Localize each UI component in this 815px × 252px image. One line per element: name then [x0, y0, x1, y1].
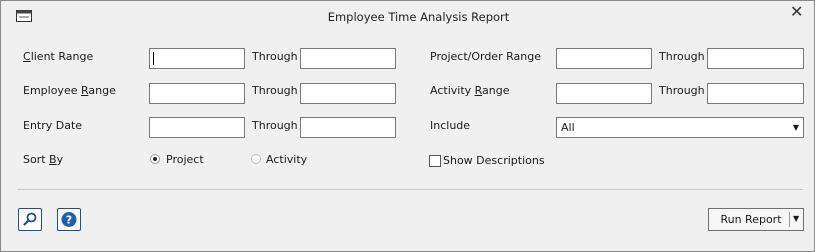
- window-title: Employee Time Analysis Report: [327, 10, 510, 24]
- employee-range-label: Employee Range: [23, 84, 116, 97]
- chevron-down-icon: ▼: [792, 123, 799, 132]
- activity-range-from-input[interactable]: [556, 83, 652, 104]
- include-select[interactable]: All ▼: [556, 117, 804, 138]
- entry-date-from-input[interactable]: [149, 117, 245, 138]
- sort-by-label: Sort By: [23, 153, 64, 166]
- show-descriptions-label[interactable]: Show Descriptions: [443, 154, 545, 167]
- chevron-down-icon[interactable]: ▼: [793, 214, 799, 223]
- project-range-to-input[interactable]: [707, 48, 804, 69]
- sort-activity-label[interactable]: Activity: [266, 153, 307, 166]
- sort-project-radio[interactable]: [150, 154, 160, 164]
- entry-date-to-input[interactable]: [300, 117, 396, 138]
- entry-date-label: Entry Date: [23, 119, 83, 132]
- sort-activity-radio[interactable]: [251, 154, 261, 164]
- activity-range-label: Activity Range: [430, 84, 510, 97]
- activity-range-to-input[interactable]: [707, 83, 804, 104]
- include-selected-value: All: [561, 121, 575, 134]
- close-icon[interactable]: ✕: [790, 4, 803, 20]
- employee-range-to-input[interactable]: [300, 83, 396, 104]
- client-through-label: Through: [252, 50, 298, 63]
- run-report-label: Run Report: [720, 213, 782, 226]
- employee-range-from-input[interactable]: [149, 83, 245, 104]
- entry-date-through-label: Through: [252, 119, 298, 132]
- include-label: Include: [430, 119, 471, 132]
- show-descriptions-checkbox[interactable]: [429, 155, 441, 167]
- employee-through-label: Through: [252, 84, 298, 97]
- client-range-from-input[interactable]: [149, 48, 245, 69]
- search-button[interactable]: [18, 208, 42, 231]
- project-through-label: Through: [659, 50, 705, 63]
- sort-project-label[interactable]: Project: [166, 153, 204, 166]
- client-range-to-input[interactable]: [300, 48, 396, 69]
- svg-text:?: ?: [66, 213, 72, 226]
- run-report-button[interactable]: Run Report ▼: [708, 208, 804, 231]
- radio-dot: [153, 157, 157, 161]
- client-range-label: Client Range: [23, 50, 94, 63]
- split-divider: [789, 212, 790, 227]
- activity-through-label: Through: [659, 84, 705, 97]
- project-range-from-input[interactable]: [556, 48, 652, 69]
- divider: [17, 189, 803, 190]
- report-window: Employee Time Analysis Report ✕ Client R…: [0, 0, 815, 252]
- text-caret: [153, 52, 154, 65]
- title-bar: Employee Time Analysis Report ✕: [1, 1, 814, 32]
- project-order-range-label: Project/Order Range: [430, 50, 541, 63]
- help-button[interactable]: ?: [57, 208, 81, 231]
